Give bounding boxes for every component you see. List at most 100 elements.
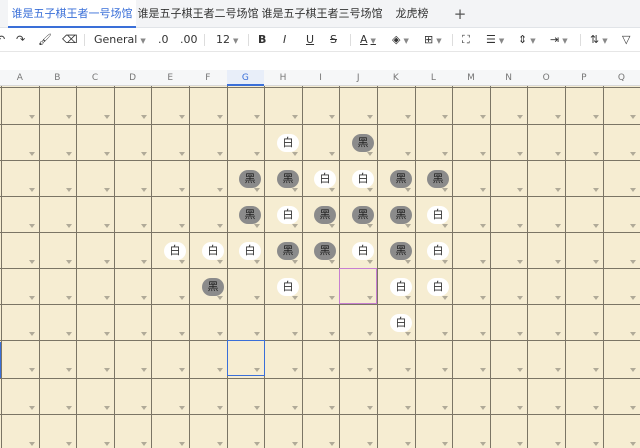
white-stone-i3[interactable]: 白	[314, 170, 336, 188]
cell-dropdown-icon[interactable]	[217, 224, 223, 228]
cell-dropdown-icon[interactable]	[405, 115, 411, 119]
column-header-m[interactable]: M	[452, 70, 490, 86]
column-header-q[interactable]: Q	[603, 70, 640, 86]
cell-dropdown-icon[interactable]	[141, 332, 147, 336]
cell-dropdown-icon[interactable]	[29, 368, 35, 372]
cell-dropdown-icon[interactable]	[292, 442, 298, 446]
white-stone-g5[interactable]: 白	[239, 242, 261, 260]
cell-dropdown-icon[interactable]	[555, 188, 561, 192]
cell-dropdown-icon[interactable]	[517, 332, 523, 336]
bold-button[interactable]: B	[258, 28, 266, 52]
decrease-decimal-button[interactable]: .0	[158, 28, 169, 52]
cell-dropdown-icon[interactable]	[254, 442, 260, 446]
column-header-j[interactable]: J	[339, 70, 377, 86]
cell-dropdown-icon[interactable]	[179, 368, 185, 372]
cell-dropdown-icon[interactable]	[292, 296, 298, 300]
cell-dropdown-icon[interactable]	[217, 368, 223, 372]
cell-dropdown-icon[interactable]	[29, 332, 35, 336]
cell-dropdown-icon[interactable]	[66, 406, 72, 410]
cell-dropdown-icon[interactable]	[630, 188, 636, 192]
cell-dropdown-icon[interactable]	[442, 406, 448, 410]
cell-dropdown-icon[interactable]	[292, 260, 298, 264]
cell-dropdown-icon[interactable]	[405, 188, 411, 192]
cell-dropdown-icon[interactable]	[555, 152, 561, 156]
column-header-f[interactable]: F	[189, 70, 227, 86]
cell-dropdown-icon[interactable]	[367, 260, 373, 264]
cell-dropdown-icon[interactable]	[405, 296, 411, 300]
cell-dropdown-icon[interactable]	[141, 406, 147, 410]
cell-dropdown-icon[interactable]	[442, 368, 448, 372]
hover-cell-highlight[interactable]	[339, 268, 377, 304]
font-color-button[interactable]: A ▼	[360, 28, 376, 52]
cell-dropdown-icon[interactable]	[217, 332, 223, 336]
cell-dropdown-icon[interactable]	[104, 368, 110, 372]
cell-dropdown-icon[interactable]	[480, 406, 486, 410]
cell-dropdown-icon[interactable]	[66, 152, 72, 156]
cell-dropdown-icon[interactable]	[329, 332, 335, 336]
cell-dropdown-icon[interactable]	[329, 152, 335, 156]
number-format-select[interactable]: General ▼	[94, 28, 146, 52]
cell-dropdown-icon[interactable]	[66, 115, 72, 119]
cell-dropdown-icon[interactable]	[367, 152, 373, 156]
cell-dropdown-icon[interactable]	[254, 406, 260, 410]
cell-dropdown-icon[interactable]	[329, 368, 335, 372]
tab-arena-1[interactable]: 谁是五子棋王者一号场馆	[8, 0, 136, 28]
cell-dropdown-icon[interactable]	[367, 115, 373, 119]
clear-format-icon[interactable]: ⌫	[62, 28, 78, 52]
cell-dropdown-icon[interactable]	[630, 152, 636, 156]
cell-dropdown-icon[interactable]	[405, 442, 411, 446]
black-stone-h3[interactable]: 黑	[277, 170, 299, 188]
cell-dropdown-icon[interactable]	[66, 442, 72, 446]
cell-dropdown-icon[interactable]	[593, 406, 599, 410]
black-stone-g3[interactable]: 黑	[239, 170, 261, 188]
cell-dropdown-icon[interactable]	[217, 296, 223, 300]
cell-dropdown-icon[interactable]	[405, 260, 411, 264]
vertical-align-icon[interactable]: ⇕ ▼	[518, 28, 536, 52]
cell-dropdown-icon[interactable]	[480, 115, 486, 119]
column-header-i[interactable]: I	[302, 70, 340, 86]
cell-dropdown-icon[interactable]	[555, 296, 561, 300]
font-size-select[interactable]: 12 ▼	[216, 28, 238, 52]
cell-dropdown-icon[interactable]	[442, 296, 448, 300]
cell-dropdown-icon[interactable]	[179, 296, 185, 300]
cell-dropdown-icon[interactable]	[442, 115, 448, 119]
white-stone-j5[interactable]: 白	[352, 242, 374, 260]
cell-dropdown-icon[interactable]	[217, 115, 223, 119]
cell-dropdown-icon[interactable]	[517, 260, 523, 264]
cell-dropdown-icon[interactable]	[442, 260, 448, 264]
cell-dropdown-icon[interactable]	[405, 152, 411, 156]
cell-dropdown-icon[interactable]	[254, 188, 260, 192]
cell-dropdown-icon[interactable]	[593, 188, 599, 192]
cell-dropdown-icon[interactable]	[593, 224, 599, 228]
cell-dropdown-icon[interactable]	[480, 188, 486, 192]
cell-dropdown-icon[interactable]	[217, 152, 223, 156]
cell-dropdown-icon[interactable]	[29, 115, 35, 119]
cell-dropdown-icon[interactable]	[141, 296, 147, 300]
add-tab-button[interactable]: +	[450, 0, 470, 28]
cell-dropdown-icon[interactable]	[254, 115, 260, 119]
cell-dropdown-icon[interactable]	[104, 188, 110, 192]
merge-cells-icon[interactable]: ⛶	[462, 28, 470, 52]
white-stone-h2[interactable]: 白	[277, 134, 299, 152]
column-header-n[interactable]: N	[490, 70, 528, 86]
cell-dropdown-icon[interactable]	[179, 115, 185, 119]
cell-dropdown-icon[interactable]	[179, 188, 185, 192]
cell-dropdown-icon[interactable]	[29, 442, 35, 446]
black-stone-h5[interactable]: 黑	[277, 242, 299, 260]
cell-dropdown-icon[interactable]	[555, 224, 561, 228]
cell-dropdown-icon[interactable]	[141, 188, 147, 192]
cell-dropdown-icon[interactable]	[141, 260, 147, 264]
cell-dropdown-icon[interactable]	[517, 406, 523, 410]
cell-dropdown-icon[interactable]	[593, 442, 599, 446]
cell-dropdown-icon[interactable]	[442, 224, 448, 228]
cell-dropdown-icon[interactable]	[405, 332, 411, 336]
cell-dropdown-icon[interactable]	[630, 115, 636, 119]
column-header-c[interactable]: C	[76, 70, 114, 86]
cell-dropdown-icon[interactable]	[367, 442, 373, 446]
cell-dropdown-icon[interactable]	[29, 188, 35, 192]
cell-dropdown-icon[interactable]	[480, 442, 486, 446]
cell-dropdown-icon[interactable]	[66, 296, 72, 300]
cell-dropdown-icon[interactable]	[329, 188, 335, 192]
undo-icon[interactable]: ↶	[0, 28, 5, 52]
black-stone-j4[interactable]: 黑	[352, 206, 374, 224]
